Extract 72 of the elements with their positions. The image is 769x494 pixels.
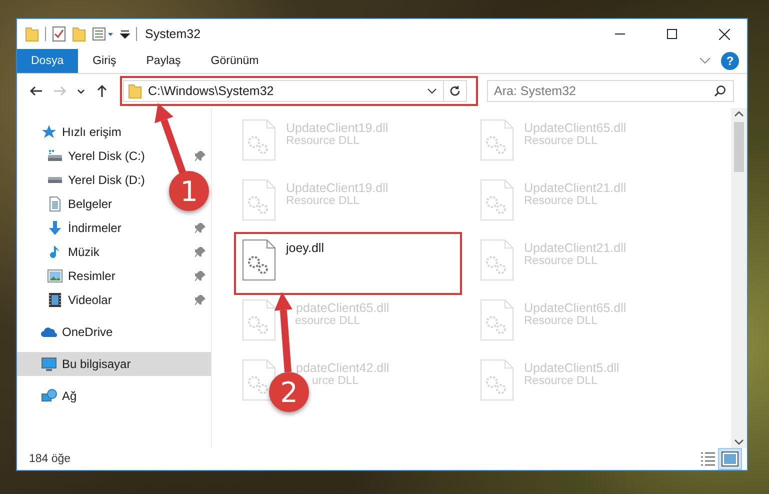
pictures-icon (47, 268, 63, 284)
dll-file-icon (242, 119, 276, 161)
file-type: Resource DLL (524, 255, 598, 267)
drive-windows-icon (47, 148, 63, 164)
sidebar-item[interactable]: OneDrive (17, 320, 211, 344)
scrollbar-thumb[interactable] (734, 122, 744, 172)
address-field[interactable]: C:\Windows\System32 (123, 80, 467, 102)
sidebar-item[interactable]: İndirmeler (47, 216, 124, 240)
view-options-icon[interactable] (92, 27, 114, 41)
dll-file-icon (480, 179, 514, 221)
new-folder-icon (72, 26, 86, 42)
file-type: Resource DLL (286, 195, 360, 207)
search-field[interactable]: Ara: System32 (487, 80, 734, 102)
properties-icon[interactable] (52, 26, 66, 42)
pin-icon[interactable] (195, 271, 205, 281)
search-icon[interactable] (714, 85, 726, 97)
dll-file-icon (242, 299, 276, 341)
dll-file-icon (480, 119, 514, 161)
network-icon (41, 388, 57, 404)
file-type: urce DLL (312, 375, 359, 387)
ribbon-tab[interactable]: Giriş (78, 49, 132, 73)
ribbon-tab[interactable]: Görünüm (196, 49, 274, 73)
dll-file-icon (480, 359, 514, 401)
vertical-scrollbar[interactable] (731, 108, 747, 448)
file-name[interactable]: joey.dll (286, 241, 324, 255)
videos-icon (48, 292, 62, 308)
dll-file-icon (480, 239, 514, 281)
folder-icon (25, 26, 39, 42)
file-menu-tab[interactable]: Dosya (17, 49, 78, 73)
computer-icon (41, 356, 57, 372)
expand-ribbon-chevron-icon[interactable] (699, 57, 711, 65)
star-icon (41, 124, 57, 140)
help-button[interactable]: ? (721, 52, 739, 70)
sidebar-item[interactable]: Videolar (47, 288, 114, 312)
pin-icon[interactable] (195, 223, 205, 233)
sidebar-item[interactable]: Hızlı erişim (17, 120, 211, 144)
dll-file-icon (242, 359, 276, 401)
maximize-icon[interactable] (667, 29, 677, 39)
close-icon[interactable] (718, 28, 730, 40)
pin-icon[interactable] (195, 295, 205, 305)
customize-caret-icon[interactable] (120, 28, 130, 40)
dll-file-icon (242, 179, 276, 221)
large-icons-view-icon[interactable] (719, 449, 741, 469)
music-icon (50, 245, 60, 259)
download-icon (48, 220, 62, 236)
sidebar-item[interactable]: Yerel Disk (D:) (47, 168, 147, 192)
sidebar-item[interactable]: Müzik (47, 240, 102, 264)
dll-file-icon (242, 239, 276, 281)
folder-icon (128, 83, 142, 99)
file-type: Resource DLL (524, 375, 598, 387)
ribbon-tab[interactable]: Paylaş (131, 49, 196, 73)
cloud-icon (41, 326, 57, 338)
window-title: System32 (145, 27, 202, 41)
dropdown-caret-icon[interactable] (427, 88, 437, 94)
file-type: Resource DLL (524, 315, 598, 327)
pin-icon[interactable] (195, 247, 205, 257)
file-type: Resource DLL (286, 135, 360, 147)
dll-file-icon (480, 299, 514, 341)
file-type: esource DLL (295, 315, 360, 327)
sidebar-item[interactable]: Yerel Disk (C:) (47, 144, 147, 168)
drive-icon (47, 176, 63, 184)
sidebar-item[interactable]: Resimler (47, 264, 118, 288)
sidebar-item[interactable]: Ağ (17, 384, 211, 408)
minimize-icon[interactable] (615, 33, 625, 35)
sidebar-item[interactable]: Belgeler (47, 192, 114, 216)
file-type: Resource DLL (524, 135, 598, 147)
refresh-icon[interactable] (449, 85, 461, 97)
documents-icon (49, 196, 61, 212)
pin-icon[interactable] (195, 151, 205, 161)
sidebar-item[interactable]: Bu bilgisayar (17, 352, 211, 376)
item-count: 184 öğe (29, 453, 72, 465)
file-type: Resource DLL (524, 195, 598, 207)
